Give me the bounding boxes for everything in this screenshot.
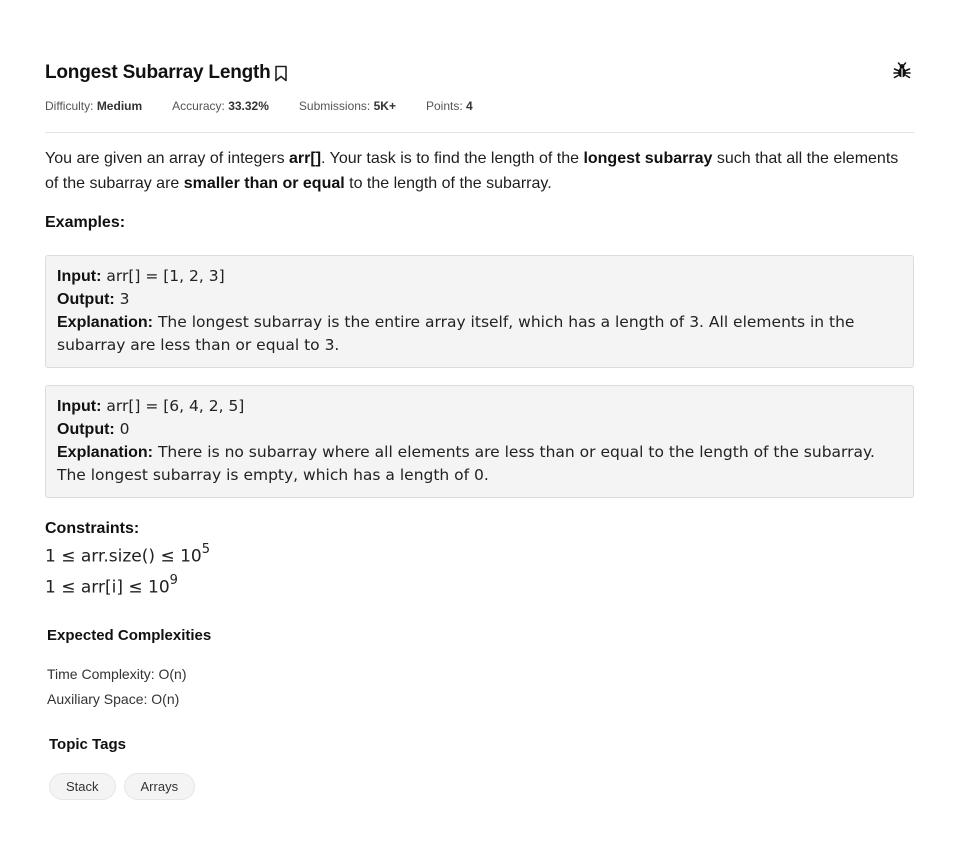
- accuracy-value: 33.32%: [228, 99, 269, 113]
- example-output: 0: [114, 420, 130, 438]
- example-input: arr[] = [1, 2, 3]: [101, 267, 225, 285]
- submissions: Submissions: 5K+: [298, 99, 396, 113]
- divider: [45, 132, 914, 133]
- problem-description: You are given an array of integers arr[]…: [45, 150, 899, 192]
- constraint-line: 1 ≤ arr.size() ≤ 105: [45, 542, 210, 567]
- problem-title: Longest Subarray Length: [45, 62, 271, 83]
- example-input: arr[] = [6, 4, 2, 5]: [101, 397, 245, 415]
- title-row: Longest Subarray Length: [45, 60, 914, 86]
- difficulty-value: Medium: [96, 99, 143, 113]
- bookmark-icon[interactable]: [274, 65, 288, 82]
- examples-heading: Examples:: [45, 214, 126, 231]
- bug-icon[interactable]: [893, 62, 911, 85]
- accuracy: Accuracy: 33.32%: [172, 99, 269, 113]
- difficulty: Difficulty: Medium: [45, 99, 143, 113]
- time-complexity: Time Complexity: O(n): [47, 666, 187, 682]
- points: Points: 4: [425, 99, 473, 113]
- points-value: 4: [466, 99, 473, 113]
- tag-stack[interactable]: Stack: [49, 773, 116, 800]
- example-block: Input: arr[] = [1, 2, 3] Output: 3 Expla…: [45, 255, 914, 368]
- example-output: 3: [114, 290, 130, 308]
- problem-meta: Difficulty: Medium Accuracy: 33.32% Subm…: [45, 99, 473, 113]
- constraint-line: 1 ≤ arr[i] ≤ 109: [45, 573, 178, 598]
- submissions-value: 5K+: [373, 99, 396, 113]
- topic-tags-heading: Topic Tags: [49, 736, 126, 753]
- example-explanation: There is no subarray where all elements …: [57, 443, 875, 484]
- example-explanation: The longest subarray is the entire array…: [57, 313, 855, 354]
- topic-tags: Stack Arrays: [49, 773, 196, 800]
- tag-arrays[interactable]: Arrays: [123, 773, 196, 800]
- constraints-heading: Constraints:: [45, 520, 140, 537]
- auxiliary-space: Auxiliary Space: O(n): [47, 691, 180, 707]
- complexities-heading: Expected Complexities: [47, 627, 212, 644]
- example-block: Input: arr[] = [6, 4, 2, 5] Output: 0 Ex…: [45, 385, 914, 498]
